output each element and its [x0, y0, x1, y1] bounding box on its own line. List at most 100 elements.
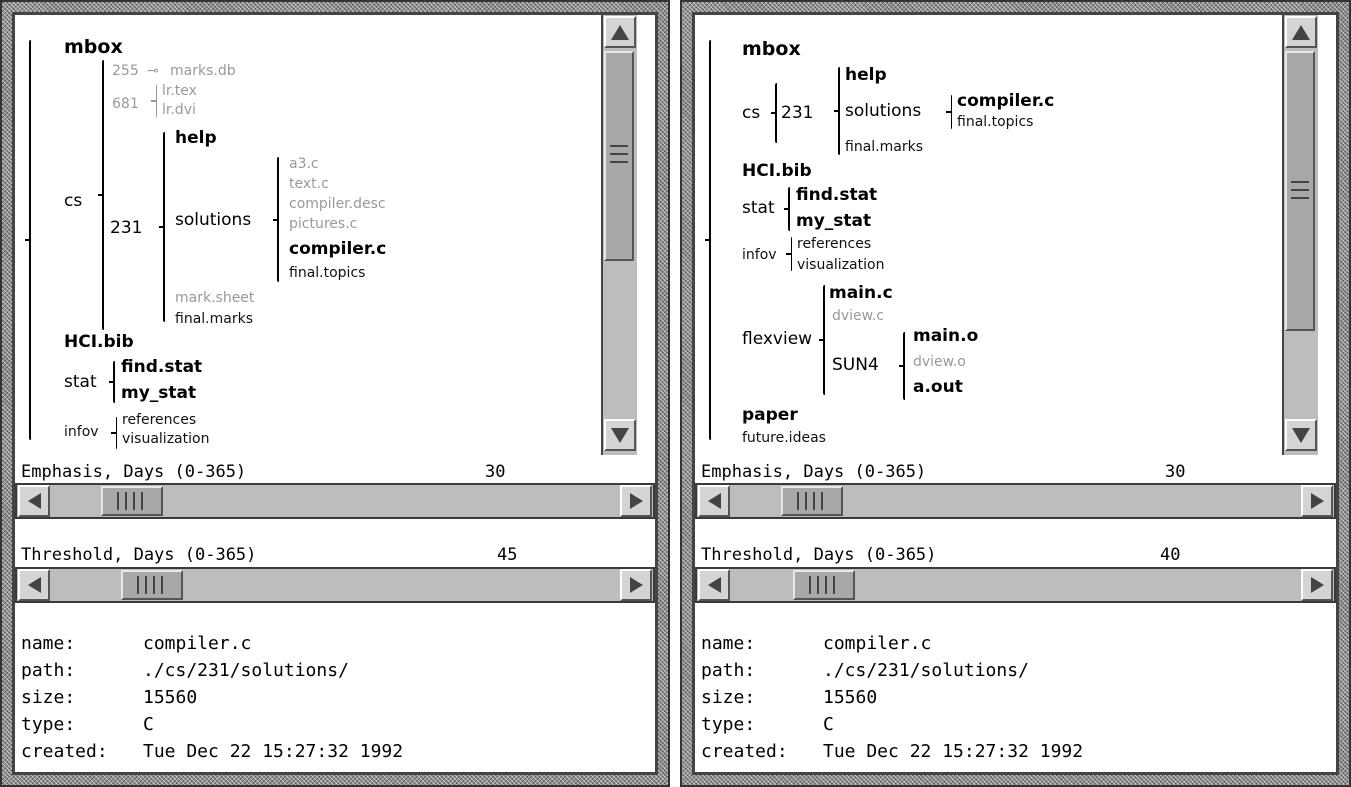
tree-node-mbox[interactable]: mbox: [742, 40, 801, 59]
tree-node-infov[interactable]: infov: [742, 248, 777, 262]
grip-line: [1291, 197, 1309, 199]
emphasis-slider-thumb[interactable]: [781, 486, 843, 516]
tree-node-sun4[interactable]: SUN4: [832, 357, 879, 374]
threshold-slider-track[interactable]: [697, 569, 1334, 601]
grip-line: [1291, 189, 1309, 191]
vertical-scroll-thumb[interactable]: [1285, 51, 1315, 331]
info-key: path:: [21, 660, 76, 681]
tree-node-final-marks[interactable]: final.marks: [175, 312, 253, 326]
threshold-slider-track[interactable]: [17, 569, 653, 601]
tree-node-references[interactable]: references: [797, 237, 871, 251]
tree-node-text-c[interactable]: text.c: [289, 177, 329, 191]
scroll-up-button[interactable]: [604, 16, 636, 48]
tree-brace-infov: [786, 237, 792, 271]
tree-node-231[interactable]: 231: [110, 220, 142, 237]
info-row-type: type: C: [701, 711, 1083, 738]
tree-node-final-topics[interactable]: final.topics: [957, 115, 1033, 129]
scroll-down-button[interactable]: [1285, 419, 1317, 451]
tree-node-find-stat[interactable]: find.stat: [796, 187, 877, 204]
tree-node-cs[interactable]: cs: [742, 105, 760, 122]
grip-line: [117, 492, 119, 510]
scroll-up-button[interactable]: [1285, 16, 1317, 48]
tree-node-pictures-c[interactable]: pictures.c: [289, 217, 357, 231]
info-key: name:: [21, 633, 76, 654]
tree-brace-solutions: [946, 95, 952, 129]
emphasis-slider-track[interactable]: [697, 485, 1334, 517]
tree-node-visualization[interactable]: visualization: [797, 258, 884, 272]
tree-node-stat[interactable]: stat: [64, 374, 97, 391]
tree-node-solutions[interactable]: solutions: [175, 212, 251, 229]
threshold-value: 40: [1160, 545, 1181, 565]
tree-node-help[interactable]: help: [175, 130, 217, 147]
tree-node-main-c[interactable]: main.c: [829, 285, 893, 302]
tree-node-cs[interactable]: cs: [64, 193, 82, 210]
emphasis-increase-button[interactable]: [620, 485, 652, 517]
tree-node-mark-sheet[interactable]: mark.sheet: [175, 291, 254, 305]
tree-node-infov[interactable]: infov: [64, 425, 99, 439]
tree-node-marks-db[interactable]: marks.db: [170, 64, 236, 78]
tree-node-hci-bib[interactable]: HCI.bib: [742, 163, 812, 180]
tree-brace-cs: [98, 60, 104, 330]
threshold-decrease-button[interactable]: [698, 569, 730, 601]
tree-node-hci-bib[interactable]: HCI.bib: [64, 334, 134, 351]
info-row-type: type: C: [21, 711, 403, 738]
tree-node-a3-c[interactable]: a3.c: [289, 157, 319, 171]
vertical-scrollbar[interactable]: [601, 15, 637, 455]
threshold-label: Threshold, Days (0-365): [21, 545, 257, 565]
tree-node-future-ideas[interactable]: future.ideas: [742, 431, 826, 445]
file-tree-view[interactable]: mbox cs 255 ⊸ marks.db 681 lr.tex lr.dvi…: [15, 15, 601, 455]
tree-node-paper[interactable]: paper: [742, 407, 798, 424]
tree-node-main-o[interactable]: main.o: [913, 328, 978, 345]
tree-node-231[interactable]: 231: [781, 105, 813, 122]
grip-line: [153, 576, 155, 594]
emphasis-decrease-button[interactable]: [698, 485, 730, 517]
threshold-slider-thumb[interactable]: [121, 570, 183, 600]
scroll-down-button[interactable]: [604, 419, 636, 451]
info-key: created:: [701, 741, 788, 762]
tree-node-references[interactable]: references: [122, 413, 196, 427]
grip-line: [1291, 181, 1309, 183]
tree-node-dview-c[interactable]: dview.c: [832, 309, 884, 323]
threshold-slider[interactable]: [695, 567, 1336, 603]
emphasis-decrease-button[interactable]: [18, 485, 50, 517]
info-value: ./cs/231/solutions/: [823, 660, 1029, 681]
threshold-decrease-button[interactable]: [18, 569, 50, 601]
tree-node-lr-dvi[interactable]: lr.dvi: [162, 103, 196, 117]
tree-node-flexview[interactable]: flexview: [742, 331, 812, 348]
tree-node-visualization[interactable]: visualization: [122, 432, 209, 446]
emphasis-slider-track[interactable]: [17, 485, 653, 517]
tree-node-mbox[interactable]: mbox: [64, 38, 123, 57]
tree-node-solutions[interactable]: solutions: [845, 103, 921, 120]
file-tree-view[interactable]: mbox cs 231 help solutions compiler.c fi…: [695, 15, 1281, 455]
emphasis-slider[interactable]: [695, 483, 1336, 519]
threshold-slider[interactable]: [15, 567, 655, 603]
emphasis-slider-thumb[interactable]: [101, 486, 163, 516]
tree-node-255[interactable]: 255: [112, 64, 139, 78]
threshold-increase-button[interactable]: [1301, 569, 1333, 601]
tree-node-my-stat[interactable]: my_stat: [796, 213, 871, 230]
tree-node-681[interactable]: 681: [112, 97, 139, 111]
threshold-value: 45: [497, 545, 518, 565]
grip-line: [817, 576, 819, 594]
threshold-increase-button[interactable]: [620, 569, 652, 601]
emphasis-increase-button[interactable]: [1301, 485, 1333, 517]
threshold-label-row: Threshold, Days (0-365) 40: [695, 542, 1336, 566]
tree-node-stat[interactable]: stat: [742, 200, 775, 217]
tree-node-dview-o[interactable]: dview.o: [913, 355, 966, 369]
emphasis-slider[interactable]: [15, 483, 655, 519]
tree-node-my-stat[interactable]: my_stat: [121, 385, 196, 402]
tree-node-find-stat[interactable]: find.stat: [121, 359, 202, 376]
tree-node-a-out[interactable]: a.out: [913, 379, 963, 396]
tree-node-final-topics[interactable]: final.topics: [289, 266, 365, 280]
vertical-scroll-thumb[interactable]: [604, 51, 634, 261]
tree-node-final-marks[interactable]: final.marks: [845, 140, 923, 154]
tree-node-help[interactable]: help: [845, 67, 887, 84]
tree-node-compiler-desc[interactable]: compiler.desc: [289, 197, 386, 211]
emphasis-label: Emphasis, Days (0-365): [701, 462, 927, 482]
threshold-slider-thumb[interactable]: [793, 570, 855, 600]
arrow-up-icon: [611, 24, 629, 40]
tree-node-compiler-c[interactable]: compiler.c: [957, 93, 1054, 110]
vertical-scrollbar[interactable]: [1282, 15, 1318, 455]
tree-node-compiler-c[interactable]: compiler.c: [289, 241, 386, 258]
tree-node-lr-tex[interactable]: lr.tex: [162, 84, 197, 98]
